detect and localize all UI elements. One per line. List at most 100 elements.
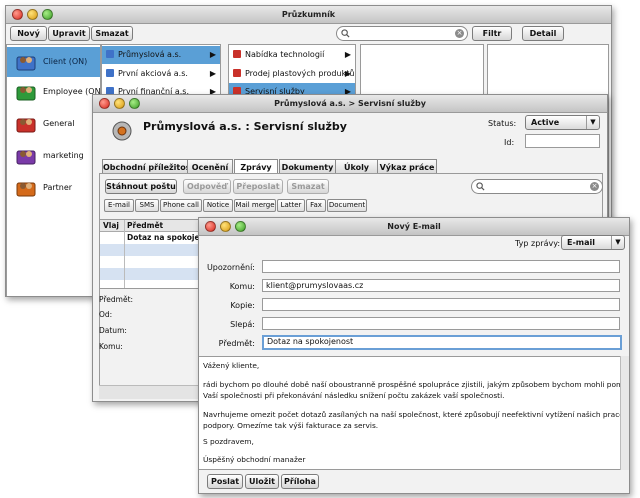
company-icon — [112, 121, 132, 141]
status-label: Status: — [488, 119, 517, 128]
subject-label: Předmět: — [218, 339, 255, 348]
id-field[interactable] — [525, 134, 600, 148]
category-item-general[interactable]: General — [7, 109, 100, 139]
to-field[interactable]: klient@prumyslovaas.cz — [262, 279, 620, 292]
type-filter-sms[interactable]: SMS — [135, 199, 159, 212]
tab-messages[interactable]: Zprávy — [234, 159, 278, 174]
reply-button[interactable]: Odpověď — [183, 179, 231, 194]
company-titlebar[interactable]: Průmyslová a.s. > Servisní služby — [93, 95, 607, 113]
message-search-input[interactable]: × — [471, 179, 603, 194]
tab-documents[interactable]: Dokumenty — [279, 159, 336, 174]
category-item-partner[interactable]: Partner — [7, 173, 100, 203]
bcc-field[interactable] — [262, 317, 620, 330]
type-filter-latter[interactable]: Latter — [277, 199, 305, 212]
window-title: Nový E-mail — [387, 222, 441, 231]
company-label: První akciová a.s. — [118, 69, 188, 78]
type-filter-notice[interactable]: Notice — [203, 199, 233, 212]
type-filter-document[interactable]: Document — [327, 199, 367, 212]
send-button[interactable]: Poslat — [207, 474, 243, 489]
window-title: Průmyslová a.s. > Servisní služby — [274, 99, 426, 108]
clear-search-icon[interactable]: × — [590, 182, 599, 191]
detail-button[interactable]: Detail — [522, 26, 564, 41]
scrollbar[interactable] — [620, 356, 629, 470]
detail-to-label: Komu: — [99, 342, 123, 351]
copy-label: Kopie: — [230, 301, 255, 310]
body-line: Vážený kliente, — [203, 361, 260, 370]
column-flag: Vlaj — [103, 221, 120, 230]
column-subject: Předmět — [127, 221, 164, 230]
edit-button[interactable]: Upravit — [48, 26, 90, 41]
detail-subject-label: Předmět: — [99, 295, 134, 304]
detail-from-label: Od: — [99, 310, 113, 319]
copy-field[interactable] — [262, 298, 620, 311]
company-icon — [106, 50, 114, 58]
download-mail-button[interactable]: Stáhnout poštu — [105, 179, 177, 194]
category-label: General — [43, 119, 75, 128]
type-filter-mailmerge[interactable]: Mail merge — [234, 199, 276, 212]
company-icon — [106, 69, 114, 77]
service-icon — [233, 50, 241, 58]
type-filter-email[interactable]: E-mail — [104, 199, 134, 212]
tab-opportunity[interactable]: Obchodní příležitost — [102, 159, 194, 174]
delete-button[interactable]: Smazat — [91, 26, 133, 41]
new-email-window: Nový E-mail Typ zprávy: E-mail ▼ Upozorn… — [198, 217, 630, 494]
to-label: Komu: — [229, 282, 255, 291]
filter-button[interactable]: Filtr — [472, 26, 512, 41]
folder-people-icon — [16, 150, 36, 165]
tab-valuation[interactable]: Ocenění — [187, 159, 233, 174]
category-item-client[interactable]: Client (ON) — [7, 47, 100, 77]
type-filter-fax[interactable]: Fax — [306, 199, 326, 212]
company-heading: Průmyslová a.s. : Servisní služby — [143, 120, 347, 133]
id-label: Id: — [504, 138, 515, 147]
email-titlebar[interactable]: Nový E-mail — [199, 218, 629, 236]
search-icon — [341, 29, 350, 38]
chevron-down-icon: ▼ — [586, 116, 599, 129]
folder-people-icon — [16, 86, 36, 101]
status-select[interactable]: Active ▼ — [525, 115, 600, 130]
category-label: Partner — [43, 183, 73, 192]
category-item-employee[interactable]: Employee (ON) — [7, 77, 104, 107]
forward-button[interactable]: Přeposlat — [233, 179, 283, 194]
folder-people-icon — [16, 182, 36, 197]
bcc-label: Slepá: — [230, 320, 255, 329]
search-input[interactable]: × — [336, 26, 468, 41]
company-item[interactable]: První akciová a.s. ▶ — [102, 65, 220, 83]
chevron-right-icon: ▶ — [209, 50, 216, 59]
category-item-marketing[interactable]: marketing — [7, 141, 100, 171]
window-title: Průzkumník — [281, 10, 336, 19]
chevron-down-icon: ▼ — [611, 236, 624, 249]
service-label: Nabídka technologií — [245, 50, 325, 59]
save-button[interactable]: Uložit — [245, 474, 279, 489]
folder-people-icon — [16, 56, 36, 71]
category-label: marketing — [43, 151, 84, 160]
search-icon — [476, 182, 485, 191]
notify-field[interactable] — [262, 260, 620, 273]
email-body[interactable]: Vážený kliente, rádi bychom po dlouhé do… — [199, 356, 629, 470]
message-type-select[interactable]: E-mail ▼ — [561, 235, 625, 250]
message-type-value: E-mail — [567, 238, 596, 247]
company-item[interactable]: Průmyslová a.s. ▶ — [102, 46, 220, 64]
attachment-button[interactable]: Příloha — [281, 474, 319, 489]
category-label: Client (ON) — [43, 57, 88, 66]
detail-date-label: Datum: — [99, 326, 127, 335]
category-list: Client (ON) Employee (ON) General market… — [6, 44, 104, 296]
explorer-titlebar[interactable]: Průzkumník — [6, 6, 611, 24]
new-button[interactable]: Nový — [10, 26, 47, 41]
tab-timesheet[interactable]: Výkaz práce — [377, 159, 437, 174]
subject-field[interactable]: Dotaz na spokojenost — [262, 335, 622, 350]
folder-people-icon — [16, 118, 36, 133]
body-line: S pozdravem, — [203, 437, 254, 446]
body-line: Vaší společnosti při překonávání následk… — [203, 391, 505, 400]
body-line: Úspěšný obchodní manažer — [203, 455, 306, 464]
service-item[interactable]: Prodej plastových produktů ▶ — [229, 65, 355, 83]
body-line: podpory. Omezíme tak výši fakturace za s… — [203, 421, 379, 430]
company-label: Průmyslová a.s. — [118, 50, 182, 59]
service-icon — [233, 69, 241, 77]
clear-search-icon[interactable]: × — [455, 29, 464, 38]
type-filter-phone[interactable]: Phone call — [160, 199, 202, 212]
delete-message-button[interactable]: Smazat — [287, 179, 329, 194]
service-label: Prodej plastových produktů — [245, 69, 355, 78]
service-item[interactable]: Nabídka technologií ▶ — [229, 46, 355, 64]
tab-tasks[interactable]: Úkoly — [335, 159, 378, 174]
notify-label: Upozornění: — [206, 263, 255, 272]
